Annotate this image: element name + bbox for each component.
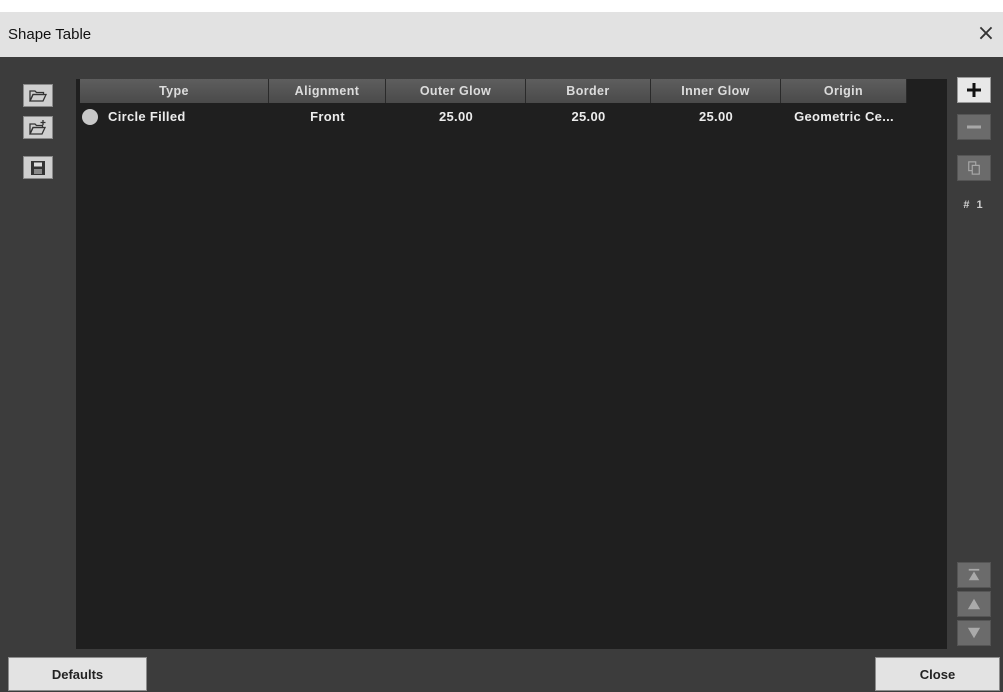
open-folder-add-icon bbox=[29, 119, 47, 135]
column-header-border[interactable]: Border bbox=[526, 79, 651, 103]
selection-counter: # 1 bbox=[963, 199, 985, 211]
circle-shape-icon bbox=[82, 109, 98, 125]
cell-outer-glow: 25.00 bbox=[438, 109, 474, 124]
window-title: Shape Table bbox=[8, 26, 92, 43]
column-header-type[interactable]: Type bbox=[80, 79, 269, 103]
table-row[interactable]: Circle Filled Front 25.00 25.00 25.00 Ge… bbox=[76, 107, 947, 127]
dialog-body: Type Alignment Outer Glow Border Inner G… bbox=[0, 57, 1003, 692]
duplicate-button[interactable] bbox=[957, 155, 991, 181]
save-icon bbox=[31, 160, 45, 175]
column-header-origin[interactable]: Origin bbox=[781, 79, 907, 103]
cell-border: 25.00 bbox=[571, 109, 606, 124]
column-header-outer-glow[interactable]: Outer Glow bbox=[386, 79, 526, 103]
add-button[interactable] bbox=[957, 77, 991, 103]
cell-origin: Geometric Ce... bbox=[794, 109, 894, 124]
arrow-up-icon bbox=[967, 598, 981, 610]
plus-icon bbox=[967, 83, 981, 97]
move-down-button[interactable] bbox=[957, 620, 991, 646]
save-button[interactable] bbox=[23, 156, 53, 179]
open-folder-icon bbox=[29, 89, 47, 102]
arrow-down-icon bbox=[967, 627, 981, 639]
remove-button[interactable] bbox=[957, 114, 991, 140]
table-header: Type Alignment Outer Glow Border Inner G… bbox=[76, 79, 947, 103]
cell-type: Circle Filled bbox=[108, 109, 186, 124]
copy-icon bbox=[968, 161, 980, 175]
import-button[interactable] bbox=[23, 116, 53, 139]
move-to-top-button[interactable] bbox=[957, 562, 991, 588]
shape-table: Type Alignment Outer Glow Border Inner G… bbox=[76, 79, 947, 649]
column-header-inner-glow[interactable]: Inner Glow bbox=[651, 79, 781, 103]
cell-inner-glow: 25.00 bbox=[698, 109, 734, 124]
open-button[interactable] bbox=[23, 84, 53, 107]
window-close-button[interactable]: × bbox=[973, 21, 999, 47]
title-bar: Shape Table × bbox=[0, 12, 1003, 57]
close-button[interactable]: Close bbox=[875, 657, 1000, 691]
defaults-button[interactable]: Defaults bbox=[8, 657, 147, 691]
move-top-icon bbox=[968, 568, 980, 581]
cell-alignment: Front bbox=[310, 109, 345, 124]
minus-icon bbox=[967, 125, 981, 129]
move-up-button[interactable] bbox=[957, 591, 991, 617]
column-header-alignment[interactable]: Alignment bbox=[269, 79, 386, 103]
